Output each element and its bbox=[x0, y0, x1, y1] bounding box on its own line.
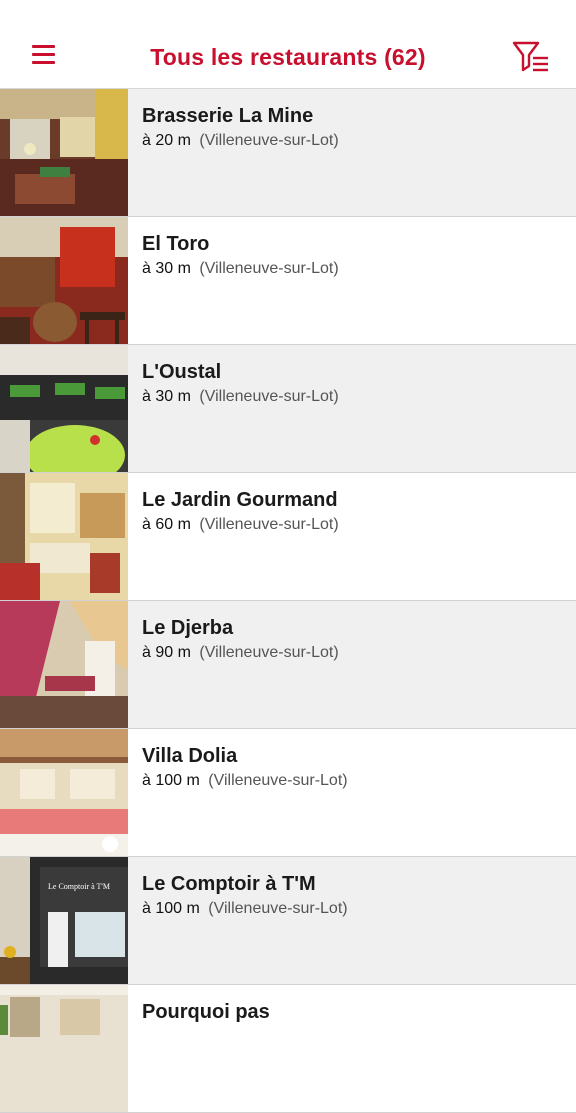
restaurant-row[interactable]: L'Oustal à 30 m (Villeneuve-sur-Lot) bbox=[0, 345, 576, 473]
restaurant-photo bbox=[0, 729, 128, 856]
restaurant-location: à 60 m (Villeneuve-sur-Lot) bbox=[142, 516, 339, 534]
app-header: Tous les restaurants (62) bbox=[0, 0, 576, 89]
restaurant-row[interactable]: Le Djerba à 90 m (Villeneuve-sur-Lot) bbox=[0, 601, 576, 729]
restaurant-photo: Le Comptoir à T'M bbox=[0, 857, 128, 984]
restaurant-row[interactable]: Pourquoi pas bbox=[0, 985, 576, 1113]
restaurant-city: (Villeneuve-sur-Lot) bbox=[199, 516, 339, 533]
restaurant-distance: à 100 m bbox=[142, 900, 200, 917]
restaurant-city: (Villeneuve-sur-Lot) bbox=[199, 260, 339, 277]
restaurant-city: (Villeneuve-sur-Lot) bbox=[208, 772, 348, 789]
restaurant-distance: à 30 m bbox=[142, 388, 191, 405]
restaurant-distance: à 20 m bbox=[142, 132, 191, 149]
restaurant-row[interactable]: Villa Dolia à 100 m (Villeneuve-sur-Lot) bbox=[0, 729, 576, 857]
restaurant-distance: à 90 m bbox=[142, 644, 191, 661]
restaurant-photo bbox=[0, 985, 128, 1112]
restaurant-list: Brasserie La Mine à 20 m (Villeneuve-sur… bbox=[0, 89, 576, 1113]
restaurant-row[interactable]: Brasserie La Mine à 20 m (Villeneuve-sur… bbox=[0, 89, 576, 217]
restaurant-location: à 20 m (Villeneuve-sur-Lot) bbox=[142, 132, 339, 150]
restaurant-name: Le Jardin Gourmand bbox=[142, 489, 338, 511]
filter-list-icon[interactable] bbox=[505, 36, 557, 80]
restaurant-photo bbox=[0, 473, 128, 600]
restaurant-location: à 30 m (Villeneuve-sur-Lot) bbox=[142, 260, 339, 278]
restaurant-name: Brasserie La Mine bbox=[142, 105, 314, 127]
page-title: Tous les restaurants (62) bbox=[150, 44, 426, 70]
restaurant-row[interactable]: Le Jardin Gourmand à 60 m (Villeneuve-su… bbox=[0, 473, 576, 601]
restaurant-name: Le Comptoir à T'M bbox=[142, 873, 316, 895]
restaurant-city: (Villeneuve-sur-Lot) bbox=[199, 644, 339, 661]
restaurant-city: (Villeneuve-sur-Lot) bbox=[199, 132, 339, 149]
restaurant-name: Pourquoi pas bbox=[142, 1001, 270, 1023]
restaurant-row[interactable]: Le Comptoir à T'M Le Comptoir à T'M à 10… bbox=[0, 857, 576, 985]
restaurant-photo bbox=[0, 89, 128, 216]
restaurant-row[interactable]: El Toro à 30 m (Villeneuve-sur-Lot) bbox=[0, 217, 576, 345]
restaurant-name: Villa Dolia bbox=[142, 745, 238, 767]
restaurant-distance: à 60 m bbox=[142, 516, 191, 533]
restaurant-city: (Villeneuve-sur-Lot) bbox=[208, 900, 348, 917]
restaurant-location: à 100 m (Villeneuve-sur-Lot) bbox=[142, 772, 348, 790]
restaurant-name: El Toro bbox=[142, 233, 210, 255]
restaurant-distance: à 100 m bbox=[142, 772, 200, 789]
restaurant-photo bbox=[0, 217, 128, 344]
restaurant-location: à 90 m (Villeneuve-sur-Lot) bbox=[142, 644, 339, 662]
restaurant-city: (Villeneuve-sur-Lot) bbox=[199, 388, 339, 405]
restaurant-location: à 30 m (Villeneuve-sur-Lot) bbox=[142, 388, 339, 406]
restaurant-photo bbox=[0, 345, 128, 472]
restaurant-name: L'Oustal bbox=[142, 361, 222, 383]
restaurant-photo bbox=[0, 601, 128, 728]
restaurant-distance: à 30 m bbox=[142, 260, 191, 277]
restaurant-name: Le Djerba bbox=[142, 617, 234, 639]
restaurant-location: à 100 m (Villeneuve-sur-Lot) bbox=[142, 900, 348, 918]
comptoir-sign: Le Comptoir à T'M bbox=[48, 882, 110, 891]
